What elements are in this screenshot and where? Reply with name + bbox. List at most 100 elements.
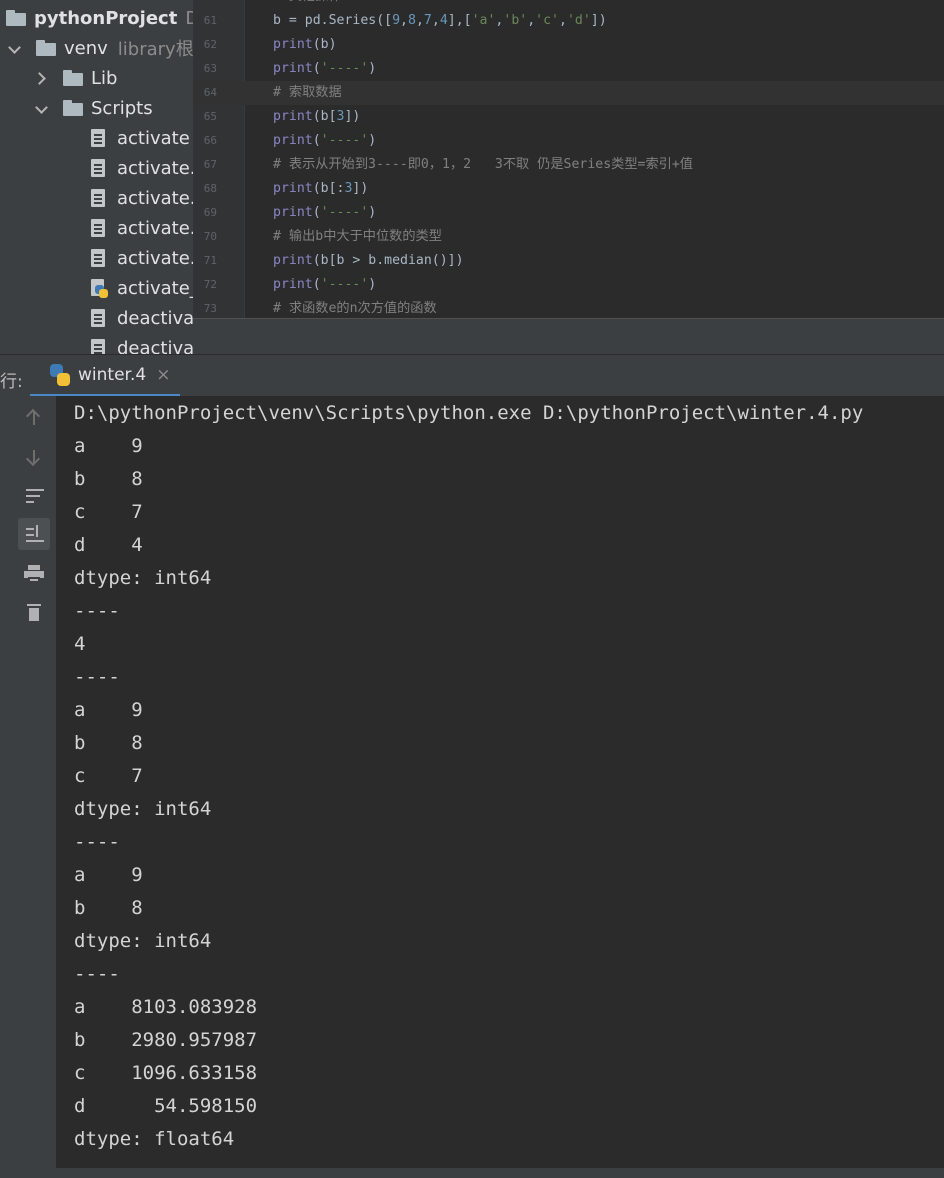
line-number: 70 xyxy=(203,230,217,243)
scroll-to-end-button[interactable] xyxy=(18,518,50,550)
tree-item-file[interactable]: deactivat xyxy=(91,333,193,354)
code-line[interactable]: 71 print(b[b > b.median()]) xyxy=(193,249,944,273)
print-button[interactable] xyxy=(18,558,50,590)
tree-item-file[interactable]: deactivat xyxy=(91,303,193,333)
console-line: b 8 xyxy=(74,732,143,754)
tree-item-file[interactable]: activate.b xyxy=(91,153,193,183)
code-line[interactable]: 68 print(b[:3]) xyxy=(193,177,944,201)
file-icon xyxy=(91,309,105,327)
line-number: 63 xyxy=(203,62,217,75)
code-line[interactable]: 69 print('----') xyxy=(193,201,944,225)
code-line[interactable]: 72 print('----') xyxy=(193,273,944,297)
code-line[interactable]: 64 # 索取数据 xyxy=(193,81,944,105)
code-line[interactable]: 66 print('----') xyxy=(193,129,944,153)
code-text: print('----') xyxy=(273,61,377,76)
soft-wrap-button[interactable] xyxy=(18,480,50,512)
code-line[interactable]: 62 print(b) xyxy=(193,33,944,57)
line-number: 71 xyxy=(203,254,217,267)
tree-item-file[interactable]: activate.p xyxy=(91,243,193,273)
code-editor[interactable]: 60 # 其他操作 61 b = pd.Series([9,8,7,4],['a','… xyxy=(193,0,944,318)
tree-item-lib[interactable]: Lib xyxy=(35,63,117,93)
editor-bottom-bar xyxy=(193,318,944,354)
tree-root-path: D: xyxy=(185,7,193,29)
tree-root-pythonproject[interactable]: pythonProject D: xyxy=(6,3,193,33)
code-text: # 索取数据 xyxy=(273,85,342,100)
tree-item-label: activate.b xyxy=(117,157,193,179)
folder-icon xyxy=(6,10,26,26)
console-line: a 9 xyxy=(74,435,143,457)
line-number: 65 xyxy=(203,110,217,123)
tree-item-label: Scripts xyxy=(91,97,153,119)
console-line: a 9 xyxy=(74,864,143,886)
code-text: print('----') xyxy=(273,205,377,220)
chevron-right-icon[interactable] xyxy=(35,71,49,85)
file-icon xyxy=(91,249,105,267)
chevron-down-icon[interactable] xyxy=(35,101,49,115)
tree-item-label: activate.p xyxy=(117,247,193,269)
code-line[interactable]: 60 # 其他操作 xyxy=(193,0,944,9)
tree-item-label: activate xyxy=(117,127,190,149)
code-text: # 输出b中大于中位数的类型 xyxy=(273,229,442,244)
tree-item-scripts[interactable]: Scripts xyxy=(35,93,153,123)
console-line: d 4 xyxy=(74,534,143,556)
tree-item-file[interactable]: activate.n xyxy=(91,213,193,243)
code-text: print(b[3]) xyxy=(273,109,361,124)
run-tab-label: winter.4 xyxy=(78,364,147,385)
tree-item-python-file[interactable]: activate_ xyxy=(91,273,193,303)
trash-icon xyxy=(27,602,41,622)
down-arrow-icon xyxy=(33,450,35,464)
project-tree-panel: pythonProject D: venv library根目 Lib Scri… xyxy=(0,0,193,354)
console-line: b 8 xyxy=(74,468,143,490)
code-text: print(b[b > b.median()]) xyxy=(273,253,464,268)
tree-item-file[interactable]: activate xyxy=(91,123,190,153)
code-line[interactable]: 70 # 输出b中大于中位数的类型 xyxy=(193,225,944,249)
up-arrow-button[interactable] xyxy=(18,402,50,434)
console-line: c 7 xyxy=(74,765,143,787)
clear-all-button[interactable] xyxy=(18,596,50,628)
code-text: print('----') xyxy=(273,277,377,292)
tree-item-file[interactable]: activate.f xyxy=(91,183,193,213)
chevron-down-icon[interactable] xyxy=(8,41,22,55)
code-line[interactable]: 67 # 表示从开始到3----即0，1，2 3不取 仍是Series类型=索引+… xyxy=(193,153,944,177)
python-icon xyxy=(50,363,70,386)
status-bar xyxy=(0,1168,944,1178)
code-line[interactable]: 63 print('----') xyxy=(193,57,944,81)
run-tab-winter4[interactable]: winter.4 × xyxy=(30,355,180,397)
console-line: b 2980.957987 xyxy=(74,1029,258,1051)
line-number: 68 xyxy=(203,182,217,195)
folder-icon xyxy=(63,70,83,86)
line-number: 73 xyxy=(203,302,217,315)
close-icon[interactable]: × xyxy=(156,365,170,385)
tree-item-label: venv xyxy=(64,37,108,59)
folder-icon xyxy=(63,100,83,116)
console-line: c 7 xyxy=(74,501,143,523)
left-tool-strip xyxy=(0,396,12,1178)
file-icon xyxy=(91,159,105,177)
code-text: # 求函数e的n次方值的函数 xyxy=(273,301,437,316)
code-line[interactable]: 65 print(b[3]) xyxy=(193,105,944,129)
up-arrow-icon xyxy=(33,411,35,425)
line-number: 69 xyxy=(203,206,217,219)
console-line: a 9 xyxy=(74,699,143,721)
console-line: d 54.598150 xyxy=(74,1095,258,1117)
console-line: D:\pythonProject\venv\Scripts\python.exe… xyxy=(74,402,864,424)
line-number: 64 xyxy=(203,86,217,99)
tree-item-label: deactivat xyxy=(117,337,193,355)
run-toolbar xyxy=(12,396,56,1168)
run-console[interactable]: D:\pythonProject\venv\Scripts\python.exe… xyxy=(56,396,944,1168)
code-line[interactable]: 73 # 求函数e的n次方值的函数 xyxy=(193,297,944,318)
tree-item-venv[interactable]: venv library根目 xyxy=(8,33,193,63)
line-number: 72 xyxy=(203,278,217,291)
tree-item-note: library根目 xyxy=(117,39,193,60)
console-line: dtype: int64 xyxy=(74,567,212,589)
file-icon xyxy=(91,129,105,147)
code-text: print(b[:3]) xyxy=(273,181,369,196)
code-text: print('----') xyxy=(273,133,377,148)
line-number: 62 xyxy=(203,38,217,51)
code-line[interactable]: 61 b = pd.Series([9,8,7,4],['a','b','c','… xyxy=(193,9,944,33)
python-file-icon xyxy=(91,279,108,298)
run-label: 行: xyxy=(0,372,23,392)
down-arrow-button[interactable] xyxy=(18,441,50,473)
console-line: c 1096.633158 xyxy=(74,1062,258,1084)
file-icon xyxy=(91,219,105,237)
